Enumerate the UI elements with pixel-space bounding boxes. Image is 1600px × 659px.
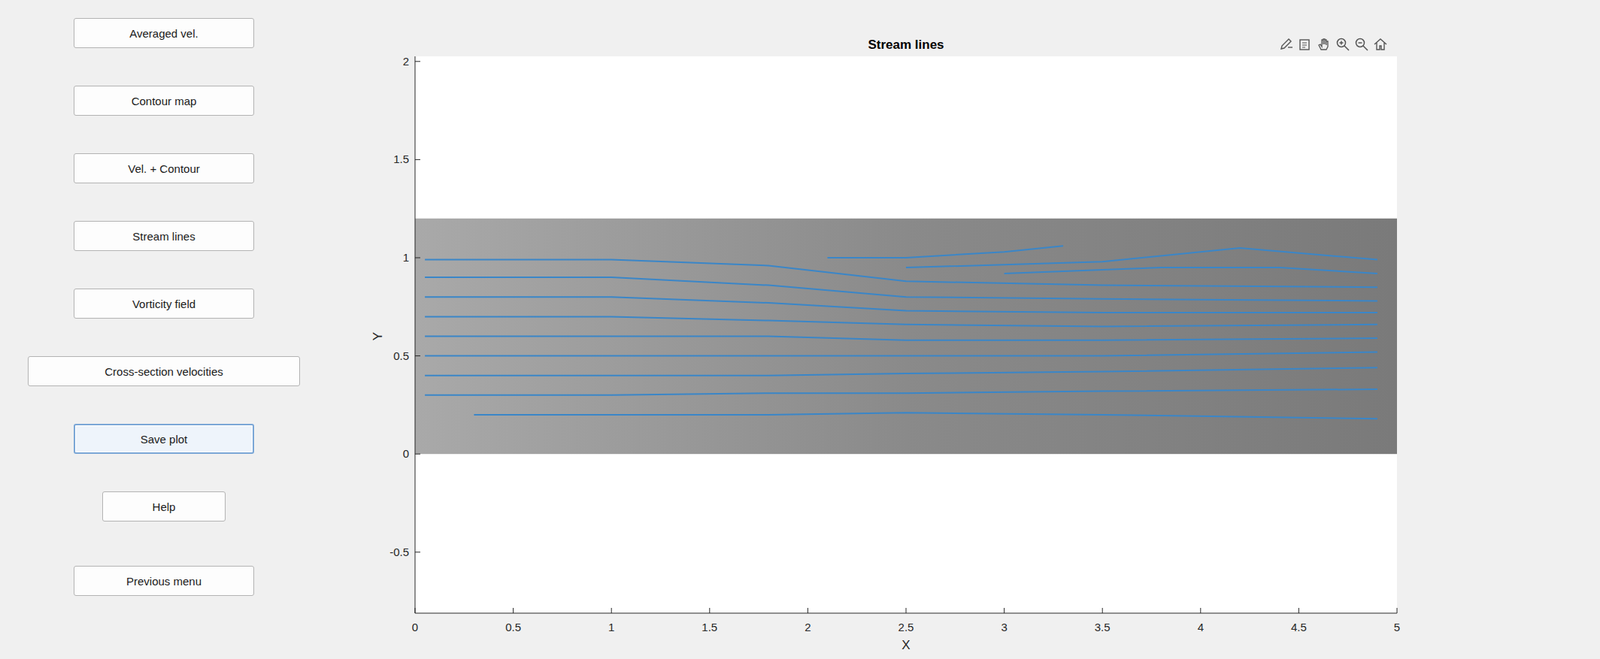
brush-icon[interactable] bbox=[1278, 36, 1294, 52]
x-tick: 0 bbox=[412, 608, 419, 634]
streamline bbox=[424, 316, 1378, 327]
svg-text:0.5: 0.5 bbox=[393, 349, 410, 363]
streamline bbox=[424, 260, 1378, 288]
menu-button[interactable]: Vel. + Contour bbox=[73, 153, 255, 184]
svg-text:1.5: 1.5 bbox=[701, 621, 718, 634]
x-tick: 2 bbox=[804, 608, 811, 634]
x-tick: 0.5 bbox=[505, 608, 522, 634]
home-icon[interactable] bbox=[1372, 36, 1388, 52]
svg-text:4.5: 4.5 bbox=[1290, 621, 1307, 634]
y-tick: 0.5 bbox=[393, 349, 421, 363]
y-tick: 1 bbox=[403, 251, 421, 264]
menu-button[interactable]: Contour map bbox=[73, 85, 255, 116]
menu-button[interactable]: Averaged vel. bbox=[73, 18, 255, 49]
x-tick: 5 bbox=[1393, 608, 1400, 634]
axes-toolbar bbox=[1278, 36, 1388, 52]
x-tick: 1 bbox=[608, 608, 615, 634]
y-tick: 0 bbox=[403, 447, 421, 461]
streamline bbox=[906, 248, 1378, 268]
svg-text:2: 2 bbox=[804, 621, 811, 634]
menu-button[interactable]: Cross-section velocities bbox=[27, 356, 300, 387]
streamline bbox=[424, 351, 1378, 356]
x-tick: 4.5 bbox=[1290, 608, 1307, 634]
svg-text:1: 1 bbox=[403, 251, 410, 264]
svg-text:1: 1 bbox=[608, 621, 615, 634]
svg-text:3.5: 3.5 bbox=[1094, 621, 1111, 634]
y-tick: -0.5 bbox=[389, 545, 421, 559]
export-icon[interactable] bbox=[1297, 36, 1313, 52]
x-tick: 2.5 bbox=[898, 608, 915, 634]
x-tick: 1.5 bbox=[701, 608, 718, 634]
y-tick: 2 bbox=[403, 54, 421, 68]
svg-text:0: 0 bbox=[412, 621, 419, 634]
x-label: X bbox=[901, 638, 910, 653]
menu-button[interactable]: Vorticity field bbox=[73, 288, 255, 319]
svg-text:3: 3 bbox=[1000, 621, 1007, 634]
svg-text:-0.5: -0.5 bbox=[389, 545, 410, 559]
menu-button[interactable]: Stream lines bbox=[73, 221, 255, 252]
streamline-chart: Stream lines00.511.522.533.544.55-0.500.… bbox=[415, 56, 1397, 614]
photo-background bbox=[415, 218, 1397, 455]
streamline bbox=[424, 336, 1378, 341]
y-tick: 1.5 bbox=[393, 152, 421, 166]
figure-window: Averaged vel. Contour map Vel. + Contour St… bbox=[0, 0, 1600, 659]
pan-hand-icon[interactable] bbox=[1316, 36, 1332, 52]
streamline bbox=[424, 367, 1378, 376]
axes: Stream lines00.511.522.533.544.55-0.500.… bbox=[415, 56, 1397, 614]
streamline bbox=[827, 245, 1064, 258]
svg-text:4: 4 bbox=[1197, 621, 1204, 634]
menu-button[interactable]: Save plot bbox=[73, 424, 255, 455]
svg-text:2: 2 bbox=[403, 54, 410, 68]
zoom-out-icon[interactable] bbox=[1354, 36, 1370, 52]
plot-area: Stream lines 0 0.5 1 1.5 2 2.5 3 3.5 4 4.5 5 -0.5 0 0.… bbox=[327, 0, 1600, 659]
button-panel: Averaged vel. Contour map Vel. + Contour St… bbox=[0, 0, 328, 659]
svg-text:2.5: 2.5 bbox=[898, 621, 915, 634]
x-tick: 4 bbox=[1197, 608, 1204, 634]
streamline bbox=[1004, 267, 1378, 274]
svg-text:0.5: 0.5 bbox=[505, 621, 522, 634]
menu-button[interactable]: Previous menu bbox=[73, 566, 255, 597]
x-tick: 3.5 bbox=[1094, 608, 1111, 634]
menu-button[interactable]: Help bbox=[102, 491, 226, 522]
y-label: Y bbox=[370, 332, 385, 341]
chart-title: Stream lines bbox=[867, 37, 944, 52]
svg-text:0: 0 bbox=[403, 447, 410, 461]
streamline bbox=[424, 296, 1378, 313]
svg-text:5: 5 bbox=[1393, 621, 1400, 634]
streamline bbox=[424, 389, 1378, 396]
zoom-in-icon[interactable] bbox=[1335, 36, 1351, 52]
streamline bbox=[473, 412, 1378, 419]
x-tick: 3 bbox=[1000, 608, 1007, 634]
y-axis bbox=[415, 56, 416, 614]
svg-text:1.5: 1.5 bbox=[393, 152, 410, 166]
